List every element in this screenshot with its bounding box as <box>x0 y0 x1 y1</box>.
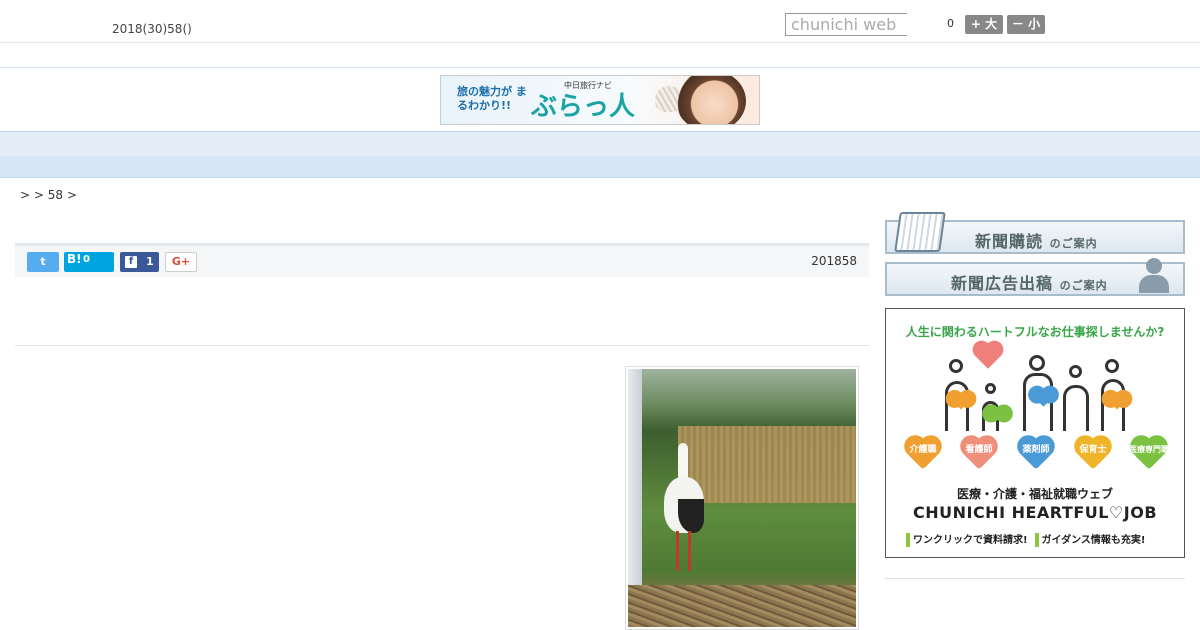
breadcrumb[interactable]: > > 58 > <box>20 188 77 202</box>
book-icon <box>894 212 946 252</box>
newspaper-ad-button[interactable]: 新聞広告出稿 のご案内 <box>885 258 1185 296</box>
stork-image <box>656 439 710 571</box>
current-date: 2018(30)58() <box>112 22 192 36</box>
article-divider <box>15 345 869 346</box>
hatena-icon: B! <box>67 252 82 266</box>
sidebar-divider <box>885 578 1185 579</box>
category-pharmacist[interactable]: 薬剤師 <box>1013 433 1059 475</box>
travel-navi-banner[interactable]: 旅の魅力が まるわかり!! 中日旅行ナビ ぶらっ人 <box>440 75 760 125</box>
facebook-share-button[interactable]: f 1 <box>120 252 159 272</box>
category-nursing-care[interactable]: 介護職 <box>900 433 946 475</box>
job-ad-title-en: CHUNICHI HEARTFUL♡JOB <box>912 503 1158 522</box>
job-ad-headline: 人生に関わるハートフルなお仕事探しませんか? <box>905 325 1165 339</box>
stork-photo-image <box>628 369 856 627</box>
sub-header-bar <box>0 43 1200 68</box>
job-ad-title-jp: 医療・介護・福祉就職ウェブ <box>956 487 1113 501</box>
share-bar: t B! 0 f 1 G+ 201858 <box>15 243 869 277</box>
twitter-share-button[interactable]: t <box>27 252 59 272</box>
family-illustration <box>941 343 1131 431</box>
banner-brand: ぶらっ人 <box>531 92 636 122</box>
nest-image <box>628 585 856 627</box>
sub-nav-bar <box>0 156 1200 178</box>
top-bar: 2018(30)58() chunichi web 0 + 大 － 小 <box>0 0 1200 43</box>
subscribe-label: 新聞購読 のご案内 <box>975 232 1098 251</box>
job-ad-footer: ワンクリックで資料請求! ガイダンス情報も充実! <box>906 531 1146 547</box>
font-size-large-button[interactable]: + 大 <box>965 15 1003 34</box>
person-icon <box>1137 258 1171 296</box>
heartful-job-ad[interactable]: 人生に関わるハートフルなお仕事探しませんか? 介護職 看護師 薬剤師 保育士 医… <box>885 308 1185 558</box>
hatena-count: 0 <box>83 254 90 265</box>
twitter-icon: t <box>40 255 46 268</box>
facebook-count: 1 <box>146 255 154 268</box>
category-nurse[interactable]: 看護師 <box>956 433 1002 475</box>
newspaper-subscription-button[interactable]: 新聞購読 のご案内 <box>885 212 1185 254</box>
font-size-small-button[interactable]: － 小 <box>1007 15 1045 34</box>
category-medical-specialist[interactable]: 医療専門職 <box>1126 433 1172 475</box>
job-categories: 介護職 看護師 薬剤師 保育士 医療専門職 <box>900 433 1172 479</box>
counter-value: 0 <box>947 17 954 30</box>
banner-tagline: 旅の魅力が まるわかり!! <box>457 85 527 112</box>
hatena-bookmark-button[interactable]: B! 0 <box>64 252 114 272</box>
ad-label: 新聞広告出稿 のご案内 <box>951 274 1108 293</box>
google-plus-share-button[interactable]: G+ <box>165 252 197 272</box>
article-photo[interactable] <box>625 366 859 630</box>
main-nav <box>0 131 1200 156</box>
search-input[interactable]: chunichi web <box>785 13 907 36</box>
article-date: 201858 <box>811 254 857 268</box>
woman-photo <box>676 76 746 124</box>
facebook-icon: f <box>125 256 137 268</box>
category-childcare[interactable]: 保育士 <box>1070 433 1116 475</box>
